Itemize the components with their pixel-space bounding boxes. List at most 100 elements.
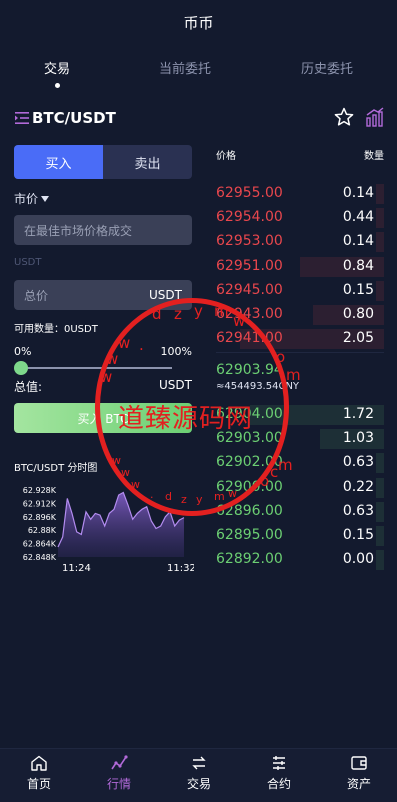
nav-contract[interactable]: 合约	[249, 755, 309, 792]
bid-row[interactable]: 62904.00 1.72	[216, 403, 384, 427]
bid-row[interactable]: 62892.00 0.00	[216, 548, 384, 572]
nav-home[interactable]: 首页	[9, 755, 69, 792]
ask-qty: 0.44	[342, 209, 374, 226]
ask-row[interactable]: 62945.00 0.15	[216, 279, 384, 303]
bid-qty: 0.63	[342, 502, 374, 519]
watermark-letter: w	[106, 350, 119, 368]
sell-tab-button[interactable]: 卖出	[103, 145, 192, 179]
mini-chart-y-tick: 62.864K	[23, 540, 57, 549]
ask-row[interactable]: 62951.00 0.84	[216, 255, 384, 279]
pair-name: BTC/USDT	[32, 109, 116, 127]
menu-lines-icon	[15, 112, 29, 124]
pct-min-label: 0%	[14, 345, 32, 358]
mini-chart-x-tick: 11:32	[167, 563, 194, 574]
ask-depth-bar	[376, 208, 384, 229]
bid-depth-bar	[376, 453, 384, 474]
page-title: 币币	[183, 13, 214, 32]
bid-price: 62904.00	[216, 406, 283, 422]
mini-chart-title: BTC/USDT 分时图	[14, 463, 98, 474]
mini-chart-y-tick: 62.88K	[28, 526, 57, 535]
total-placeholder: 总价	[24, 288, 49, 303]
bid-qty: 1.03	[342, 430, 374, 447]
bid-row[interactable]: 62902.00 0.63	[216, 451, 384, 475]
active-tab-dot	[54, 83, 60, 88]
total-value-currency: USDT	[159, 378, 192, 392]
contract-icon	[273, 756, 285, 770]
mini-chart-y-tick: 62.928K	[23, 486, 57, 495]
ask-row[interactable]: 62954.00 0.44	[216, 206, 384, 230]
ask-qty: 0.14	[342, 185, 374, 201]
star-icon[interactable]	[334, 107, 354, 127]
ask-row[interactable]: 62941.00 2.05	[216, 327, 384, 351]
orderbook-divider	[216, 352, 384, 353]
ask-depth-bar	[376, 232, 384, 253]
buy-sell-toggle: 买入 卖出	[14, 145, 192, 179]
ask-price: 62954.00	[216, 209, 283, 226]
price-input[interactable]: 在最佳市场价格成交	[14, 215, 192, 245]
nav-contract-label: 合约	[266, 777, 291, 791]
amount-slider-thumb[interactable]	[14, 361, 28, 375]
bid-price: 62903.00	[216, 430, 283, 447]
mini-chart-y-tick: 62.848K	[23, 553, 57, 562]
amount-slider-track[interactable]	[20, 367, 172, 369]
trade-icon	[192, 756, 206, 770]
ask-qty: 0.84	[342, 257, 374, 274]
bottom-navigation: 首页 行情 交易 合约 资产	[0, 748, 397, 802]
bid-row[interactable]: 62903.00 1.03	[216, 427, 384, 451]
mini-chart-y-tick: 62.896K	[23, 513, 57, 522]
app-header: 币币	[0, 0, 397, 44]
bid-price: 62895.00	[216, 527, 283, 543]
bid-depth-bar	[376, 526, 384, 546]
total-unit: USDT	[149, 288, 182, 302]
last-price: 62903.94	[216, 362, 283, 378]
ask-row[interactable]: 62955.00 0.14	[216, 182, 384, 206]
ask-price: 62955.00	[216, 185, 283, 201]
buy-submit-button[interactable]: 买入 BTC	[14, 403, 192, 433]
order-type-label: 市价	[14, 192, 39, 206]
bid-price: 62902.00	[216, 454, 283, 471]
bid-price: 62900.00	[216, 478, 283, 495]
bid-depth-bar	[376, 550, 384, 571]
nav-trade-label: 交易	[186, 777, 211, 791]
pct-max-label: 100%	[160, 345, 192, 358]
bid-price: 62896.00	[216, 502, 283, 519]
nav-assets[interactable]: 资产	[329, 755, 389, 792]
watermark-letter: y	[194, 302, 203, 320]
price-unit-label: USDT	[14, 257, 42, 268]
ask-qty: 0.15	[342, 281, 374, 298]
bid-row[interactable]: 62895.00 0.15	[216, 524, 384, 548]
caret-down-icon	[41, 195, 50, 202]
wallet-icon	[351, 756, 367, 770]
bid-row[interactable]: 62900.00 0.22	[216, 476, 384, 500]
ask-qty: 0.14	[342, 233, 374, 250]
order-type-select[interactable]: 市价	[14, 190, 50, 207]
pair-selector[interactable]: BTC/USDT	[14, 106, 384, 130]
order-tabs: 交易 当前委托 历史委托	[0, 58, 397, 94]
tab-trade[interactable]: 交易	[38, 58, 76, 88]
nav-trade[interactable]: 交易	[169, 755, 229, 792]
nav-market[interactable]: 行情	[89, 755, 149, 792]
mini-chart-x-tick: 11:24	[62, 563, 91, 574]
bid-qty: 0.63	[342, 454, 374, 471]
watermark-letter: w	[112, 454, 121, 467]
ask-row[interactable]: 62943.00 0.80	[216, 303, 384, 327]
ask-row[interactable]: 62953.00 0.14	[216, 230, 384, 254]
market-icon	[111, 755, 128, 770]
tab-current-orders[interactable]: 当前委托	[150, 58, 220, 77]
available-balance: 可用数量：0USDT	[14, 324, 98, 335]
nav-home-label: 首页	[26, 777, 51, 791]
bid-qty: 0.15	[342, 527, 374, 543]
watermark-letter: w	[118, 334, 131, 352]
bid-row[interactable]: 62896.00 0.63	[216, 500, 384, 524]
tab-order-history[interactable]: 历史委托	[292, 58, 362, 77]
bar-chart-icon[interactable]	[366, 107, 384, 127]
watermark-letter: y	[196, 493, 203, 506]
bid-qty: 0.22	[342, 478, 374, 495]
orderbook-price-header: 价格	[216, 151, 236, 162]
tab-trade-label: 交易	[43, 62, 70, 77]
bid-depth-bar	[376, 477, 384, 498]
buy-tab-button[interactable]: 买入	[14, 145, 103, 179]
nav-assets-label: 资产	[346, 777, 371, 791]
total-input[interactable]: 总价 USDT	[14, 280, 192, 310]
ask-depth-bar	[376, 184, 384, 204]
